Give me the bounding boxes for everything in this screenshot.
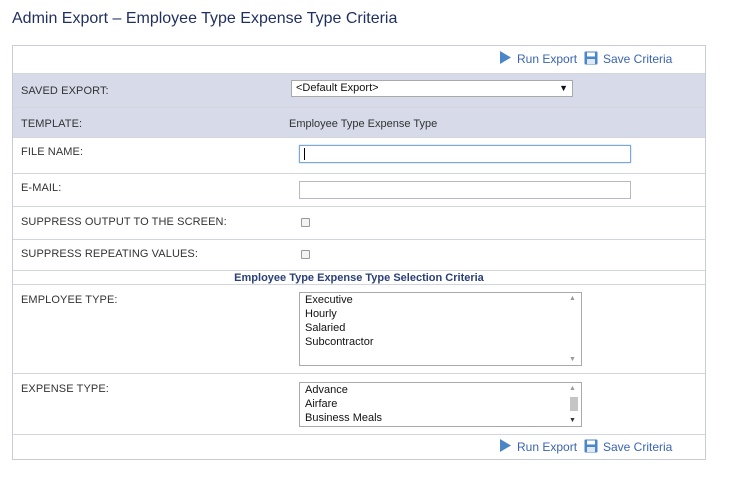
expense-type-scrollbar[interactable]: ▲ ▼ xyxy=(567,383,581,426)
scroll-up-icon[interactable]: ▲ xyxy=(569,295,576,302)
save-criteria-label: Save Criteria xyxy=(603,52,673,66)
file-name-label: FILE NAME: xyxy=(21,146,84,158)
employee-type-scrollbar[interactable]: ▲ ▼ xyxy=(567,293,581,365)
play-icon xyxy=(499,50,512,68)
run-export-label: Run Export xyxy=(517,52,578,66)
expense-type-row: EXPENSE TYPE: Advance Airfare Business M… xyxy=(13,373,705,434)
expense-type-label: EXPENSE TYPE: xyxy=(21,383,109,395)
expense-type-listbox[interactable]: Advance Airfare Business Meals ▲ ▼ xyxy=(299,382,582,427)
saved-export-value: <Default Export> xyxy=(296,82,379,94)
employee-type-listbox[interactable]: Executive Hourly Salaried Subcontractor … xyxy=(299,292,582,366)
run-export-label: Run Export xyxy=(517,440,578,454)
saved-export-label: SAVED EXPORT: xyxy=(21,85,109,97)
saved-export-select[interactable]: <Default Export> ▼ xyxy=(291,80,573,97)
scroll-up-icon[interactable]: ▲ xyxy=(569,385,576,392)
list-item[interactable]: Hourly xyxy=(300,307,581,321)
run-export-button-top[interactable]: Run Export xyxy=(499,51,577,67)
template-label: TEMPLATE: xyxy=(21,118,83,130)
file-name-input[interactable] xyxy=(299,145,631,163)
scroll-down-icon[interactable]: ▼ xyxy=(569,356,576,363)
template-row: TEMPLATE: Employee Type Expense Type xyxy=(13,107,705,137)
suppress-repeating-label: SUPPRESS REPEATING VALUES: xyxy=(21,248,199,260)
floppy-disk-icon xyxy=(584,51,598,68)
email-label: E-MAIL: xyxy=(21,182,62,194)
criteria-header-row: Employee Type Expense Type Selection Cri… xyxy=(13,270,705,284)
suppress-repeating-row: SUPPRESS REPEATING VALUES: xyxy=(13,239,705,270)
suppress-output-row: SUPPRESS OUTPUT TO THE SCREEN: xyxy=(13,206,705,239)
suppress-output-label: SUPPRESS OUTPUT TO THE SCREEN: xyxy=(21,216,227,228)
template-value: Employee Type Expense Type xyxy=(289,118,438,130)
floppy-disk-icon xyxy=(584,439,598,456)
scroll-down-icon[interactable]: ▼ xyxy=(569,417,576,424)
saved-export-row: SAVED EXPORT: <Default Export> ▼ xyxy=(13,73,705,107)
file-name-row: FILE NAME: xyxy=(13,137,705,173)
suppress-repeating-checkbox[interactable] xyxy=(301,250,310,259)
run-export-button-bottom[interactable]: Run Export xyxy=(499,439,577,455)
list-item[interactable]: Airfare xyxy=(300,397,581,411)
list-item[interactable]: Subcontractor xyxy=(300,335,581,349)
list-item[interactable]: Salaried xyxy=(300,321,581,335)
scroll-thumb[interactable] xyxy=(570,397,578,411)
text-caret xyxy=(304,148,305,160)
list-item[interactable]: Business Meals xyxy=(300,411,581,425)
email-row: E-MAIL: xyxy=(13,173,705,206)
page-title: Admin Export – Employee Type Expense Typ… xyxy=(12,10,398,27)
email-input[interactable] xyxy=(299,181,631,199)
save-criteria-button-bottom[interactable]: Save Criteria xyxy=(584,439,672,455)
employee-type-label: EMPLOYEE TYPE: xyxy=(21,294,118,306)
list-item[interactable]: Executive xyxy=(300,293,581,307)
criteria-header: Employee Type Expense Type Selection Cri… xyxy=(234,272,484,284)
dropdown-arrow-icon: ▼ xyxy=(559,83,568,93)
save-criteria-button-top[interactable]: Save Criteria xyxy=(584,51,672,67)
export-criteria-panel: Run Export Save Criteria SAVED EXPORT: <… xyxy=(12,45,706,460)
suppress-output-checkbox[interactable] xyxy=(301,218,310,227)
bottom-toolbar: Run Export Save Criteria xyxy=(13,434,705,460)
employee-type-row: EMPLOYEE TYPE: Executive Hourly Salaried… xyxy=(13,284,705,373)
save-criteria-label: Save Criteria xyxy=(603,440,673,454)
top-toolbar: Run Export Save Criteria xyxy=(13,46,705,72)
play-icon xyxy=(499,438,512,456)
list-item[interactable]: Advance xyxy=(300,383,581,397)
